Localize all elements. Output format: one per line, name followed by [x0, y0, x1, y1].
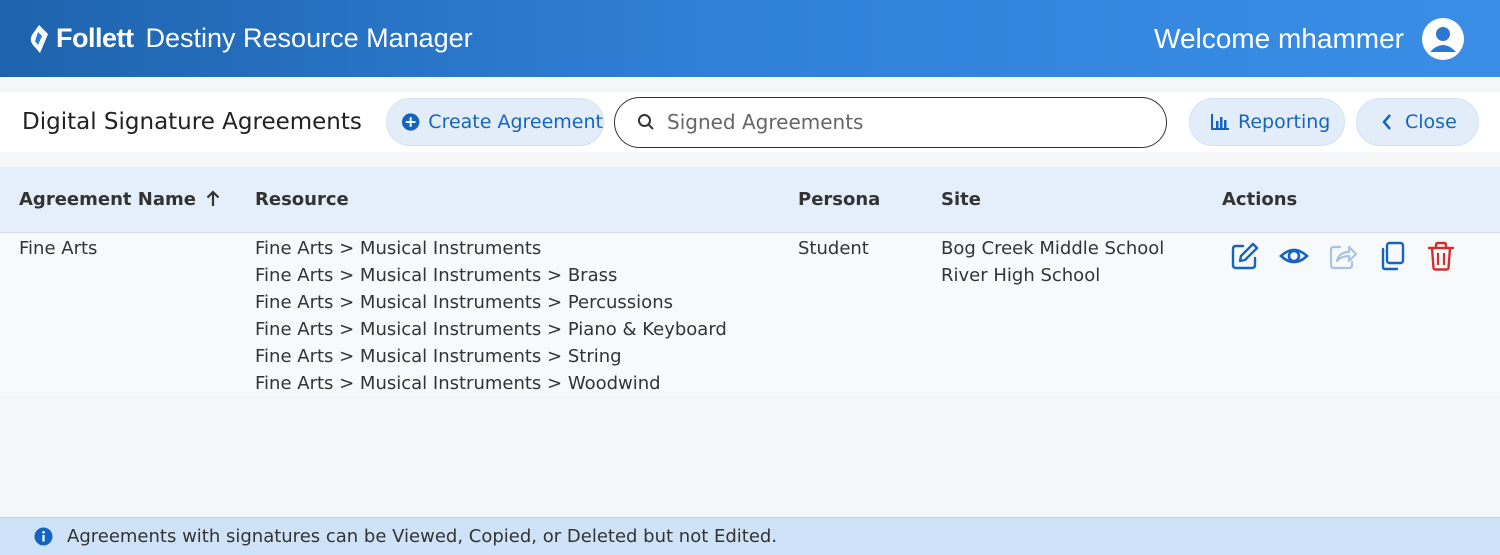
- resource-item: Fine Arts > Musical Instruments > Percus…: [255, 292, 673, 313]
- plus-circle-icon: [401, 113, 420, 131]
- user-welcome: Welcome mhammer: [1154, 17, 1464, 60]
- info-bar: Agreements with signatures can be Viewed…: [0, 517, 1500, 555]
- create-agreement-label: Create Agreement: [428, 111, 603, 133]
- share-icon: [1328, 241, 1358, 271]
- chevron-left-icon: [1382, 114, 1391, 130]
- row-actions: [1230, 241, 1456, 271]
- view-icon[interactable]: [1279, 241, 1309, 271]
- col-agreement-name[interactable]: Agreement Name: [19, 189, 220, 210]
- agreements-table: Agreement Name Resource Persona Site Act…: [0, 167, 1500, 396]
- persona: Student: [798, 238, 869, 259]
- table-row: Fine Arts Fine Arts > Musical Instrument…: [0, 233, 1500, 396]
- brand: Follett Destiny Resource Manager: [28, 23, 473, 54]
- resource-list: Fine Arts > Musical Instruments Fine Art…: [255, 235, 727, 397]
- reporting-label: Reporting: [1238, 111, 1331, 133]
- col-actions: Actions: [1222, 189, 1298, 210]
- search-input[interactable]: [667, 110, 1127, 134]
- product-name: Destiny Resource Manager: [145, 23, 473, 53]
- sort-ascending-icon: [206, 190, 220, 206]
- close-label: Close: [1405, 111, 1457, 133]
- agreement-name: Fine Arts: [19, 238, 98, 259]
- delete-icon[interactable]: [1426, 241, 1456, 271]
- brand-name: Follett: [56, 23, 134, 53]
- edit-icon[interactable]: [1230, 241, 1260, 271]
- site-item: River High School: [941, 265, 1101, 286]
- resource-item: Fine Arts > Musical Instruments > String: [255, 346, 622, 367]
- info-icon: [34, 527, 53, 546]
- bar-chart-icon: [1211, 114, 1229, 130]
- info-text: Agreements with signatures can be Viewed…: [67, 526, 778, 547]
- app-header: Follett Destiny Resource Manager Welcome…: [0, 0, 1500, 77]
- resource-item: Fine Arts > Musical Instruments > Brass: [255, 265, 618, 286]
- follett-logo-icon: [30, 24, 48, 53]
- site-list: Bog Creek Middle School River High Schoo…: [941, 235, 1164, 289]
- resource-item: Fine Arts > Musical Instruments > Piano …: [255, 319, 727, 340]
- resource-item: Fine Arts > Musical Instruments > Woodwi…: [255, 373, 661, 394]
- toolbar: Digital Signature Agreements Create Agre…: [0, 92, 1500, 152]
- col-site: Site: [941, 189, 981, 210]
- copy-icon[interactable]: [1377, 241, 1407, 271]
- user-avatar-icon[interactable]: [1422, 17, 1464, 60]
- close-button[interactable]: Close: [1356, 98, 1479, 146]
- col-resource: Resource: [255, 189, 349, 210]
- col-persona: Persona: [798, 189, 881, 210]
- search-icon: [638, 114, 654, 130]
- create-agreement-button[interactable]: Create Agreement: [386, 98, 604, 146]
- resource-item: Fine Arts > Musical Instruments: [255, 238, 542, 259]
- page-title: Digital Signature Agreements: [22, 109, 362, 135]
- welcome-text: Welcome mhammer: [1154, 22, 1404, 54]
- table-header: Agreement Name Resource Persona Site Act…: [0, 167, 1500, 233]
- site-item: Bog Creek Middle School: [941, 238, 1165, 259]
- reporting-button[interactable]: Reporting: [1189, 98, 1345, 146]
- search-box[interactable]: [614, 96, 1167, 148]
